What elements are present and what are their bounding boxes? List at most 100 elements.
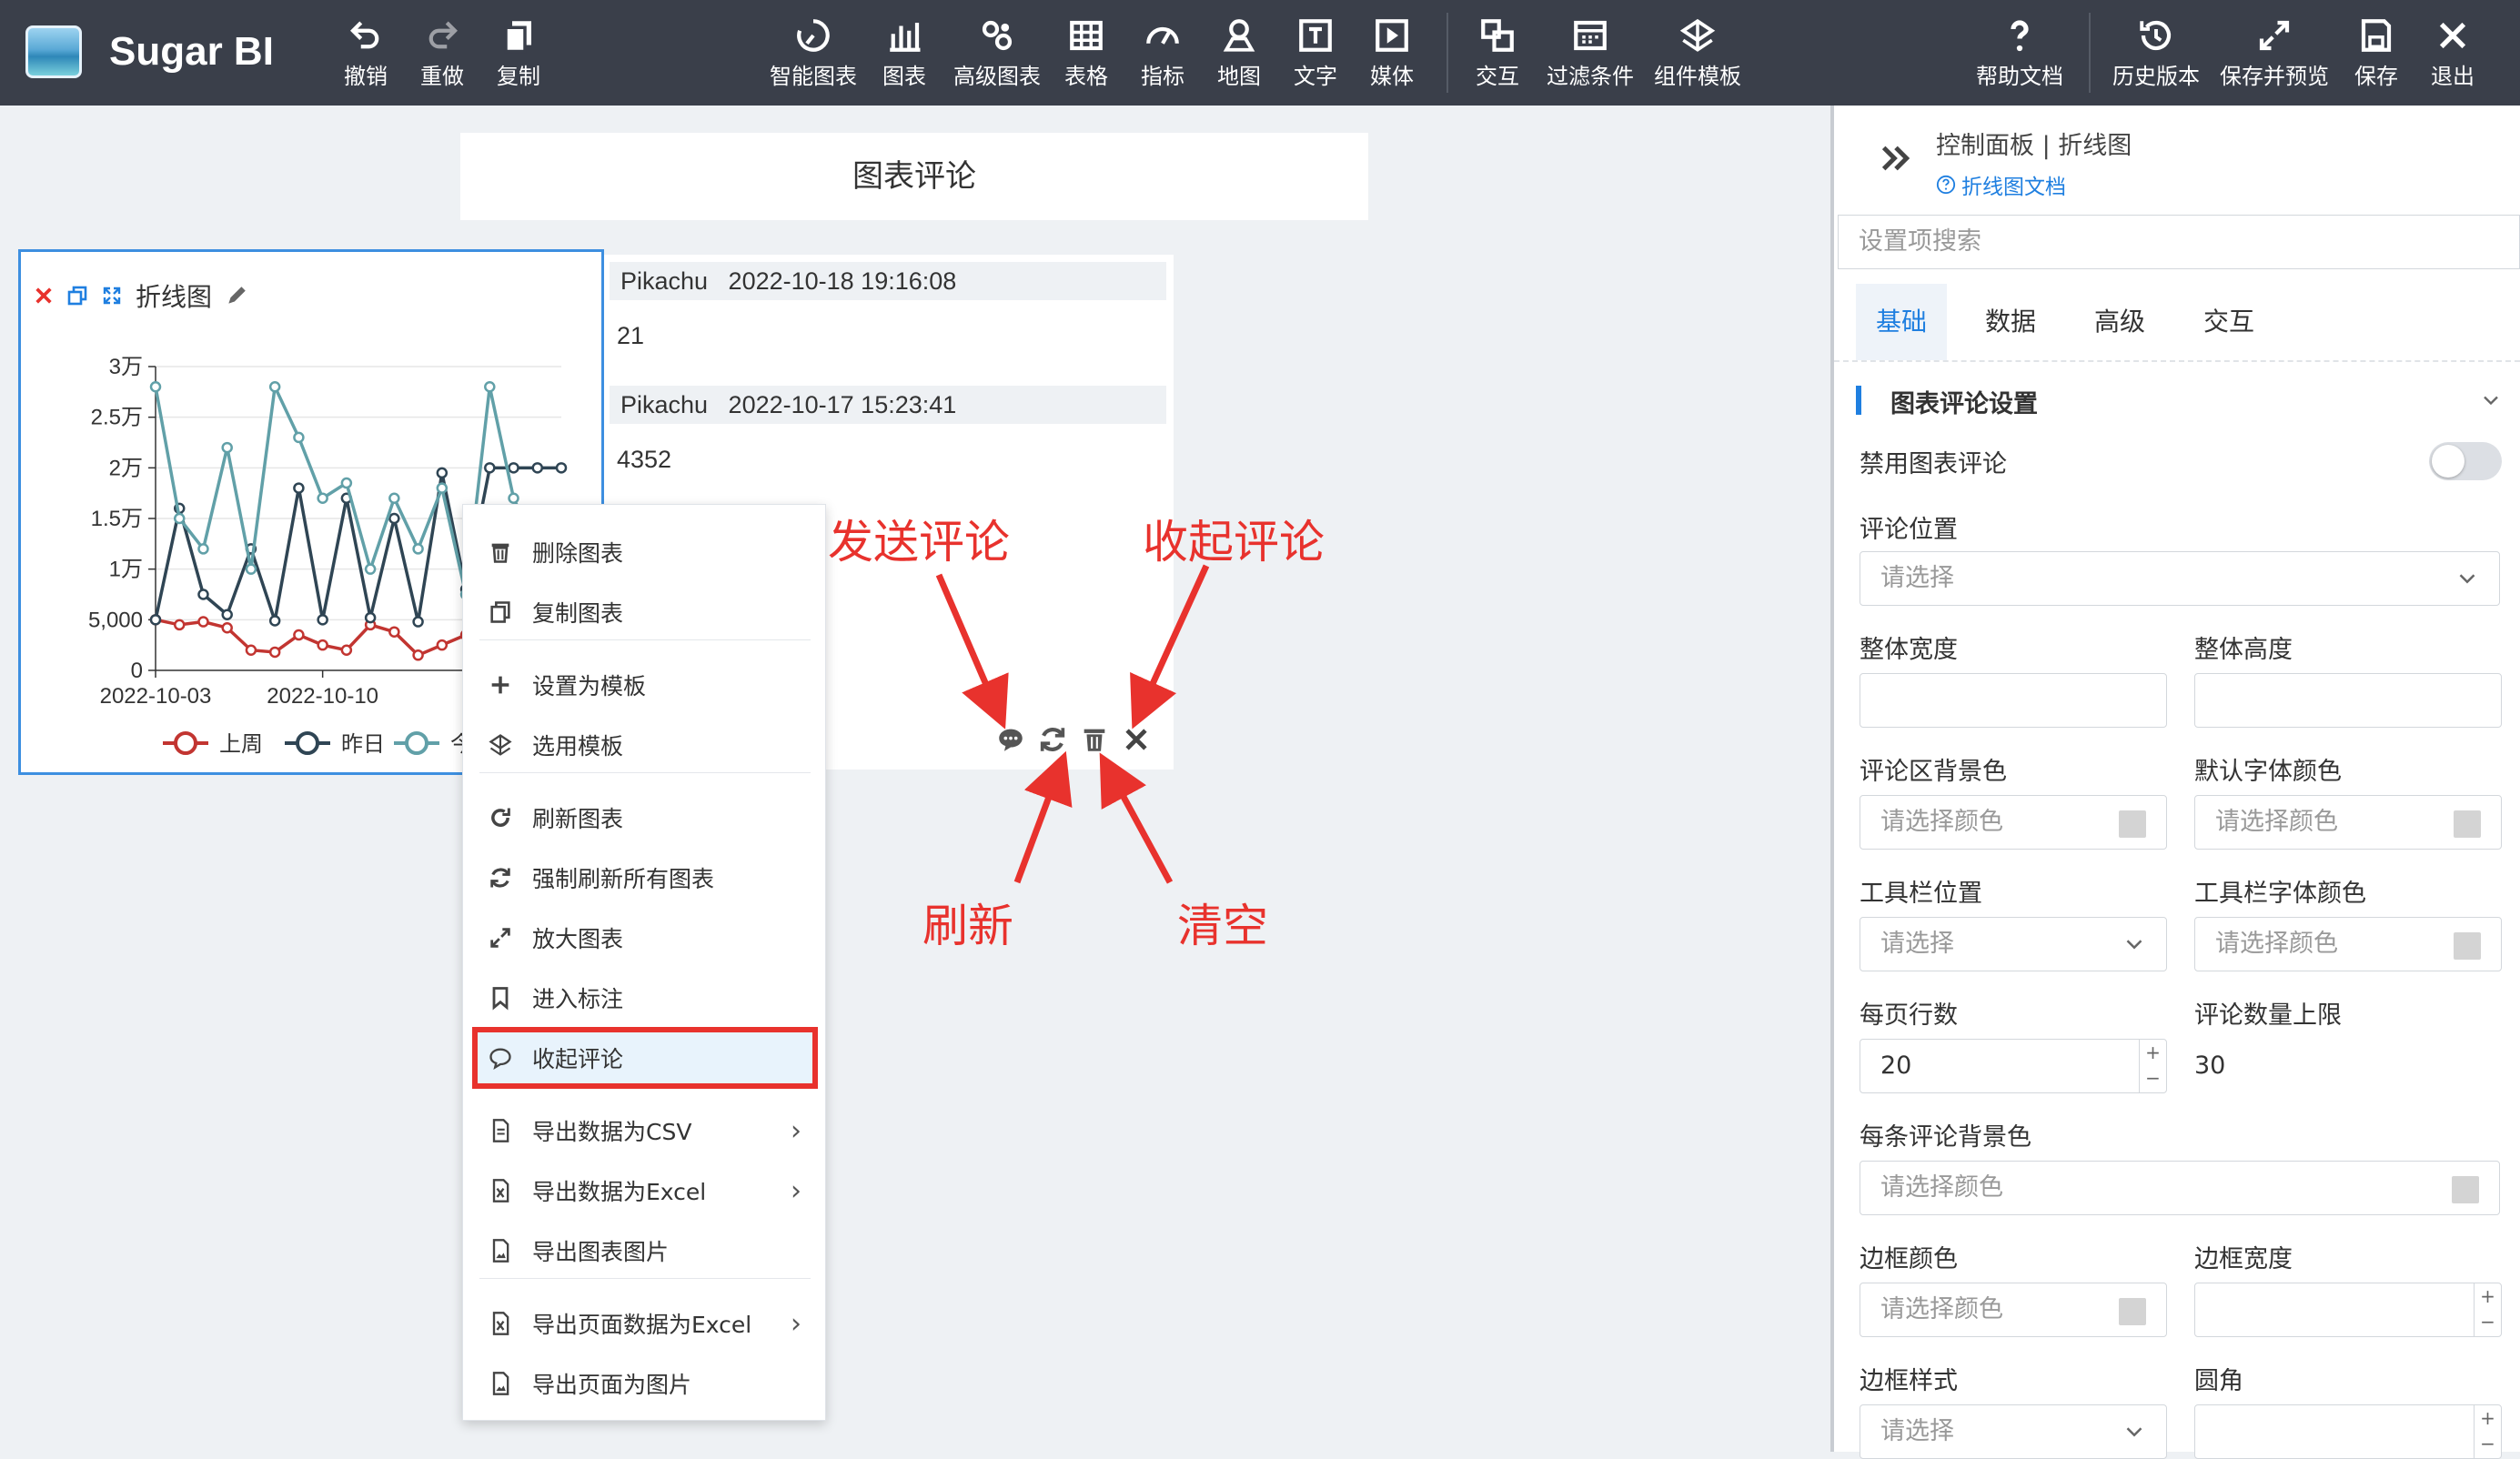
toolbar-font-color-picker[interactable]: 请选择颜色 <box>2194 917 2502 971</box>
corner-radius-label: 圆角 <box>2194 1367 2243 1395</box>
send-comment-icon[interactable] <box>995 724 1026 755</box>
color-placeholder: 请选择颜色 <box>2215 930 2338 958</box>
redo-button[interactable]: 重做 <box>415 16 469 95</box>
text-button[interactable]: 文字 <box>1290 16 1341 95</box>
color-placeholder: 请选择颜色 <box>1880 808 2003 836</box>
context-menu-item[interactable]: 删除图表 <box>476 525 814 579</box>
collapse-panel-chevrons-icon[interactable] <box>1878 140 1914 176</box>
advanced-chart-button[interactable]: 高级图表 <box>950 16 1044 95</box>
comment-toolbar <box>995 724 1152 755</box>
data-point <box>221 609 233 621</box>
max-comments-label: 评论数量上限 <box>2194 1001 2342 1030</box>
rows-value: 20 <box>1880 1051 1912 1080</box>
media-button[interactable]: 媒体 <box>1366 16 1417 95</box>
context-menu-item[interactable]: 导出页面数据为Excel › <box>476 1296 814 1351</box>
save-preview-button[interactable]: 保存并预览 <box>2216 16 2333 95</box>
interaction-button[interactable]: 交互 <box>1472 16 1523 95</box>
overall-height-input[interactable] <box>2194 673 2502 728</box>
color-swatch <box>2452 1176 2479 1203</box>
data-point <box>555 462 568 474</box>
comment-position-select[interactable]: 请选择 <box>1860 551 2500 606</box>
filter-button[interactable]: 过滤条件 <box>1545 16 1636 95</box>
interaction-label: 交互 <box>1476 64 1519 89</box>
corner-radius-input[interactable]: + − <box>2194 1404 2502 1459</box>
context-menu-item[interactable]: 选用模板 <box>476 718 814 772</box>
comment-bg-color-picker[interactable]: 请选择颜色 <box>1860 795 2167 850</box>
expand-icon <box>487 924 514 951</box>
context-menu-label: 强制刷新所有图表 <box>532 866 715 892</box>
color-swatch <box>2119 810 2146 838</box>
border-width-input[interactable]: + − <box>2194 1283 2502 1337</box>
chevron-down-icon[interactable] <box>2478 387 2504 413</box>
chart-button[interactable]: 图表 <box>879 16 930 95</box>
toolbar-position-label: 工具栏位置 <box>1860 880 1982 908</box>
help-circle-icon <box>1936 175 1956 195</box>
doc-link[interactable]: 折线图文档 <box>1936 169 2066 200</box>
context-menu-label: 删除图表 <box>532 540 624 567</box>
canvas-title[interactable]: 图表评论 <box>460 133 1368 220</box>
border-color-label: 边框颜色 <box>1860 1245 1958 1273</box>
font-color-picker[interactable]: 请选择颜色 <box>2194 795 2502 850</box>
number-stepper[interactable]: + − <box>2474 1405 2501 1458</box>
indicator-button[interactable]: 指标 <box>1137 16 1188 95</box>
y-tick-label: 5,000 <box>88 608 143 632</box>
help-button[interactable]: 帮助文档 <box>1974 16 2065 95</box>
item-bg-color-picker[interactable]: 请选择颜色 <box>1860 1161 2500 1215</box>
rows-per-page-input[interactable]: 20 + − <box>1860 1039 2167 1093</box>
number-stepper[interactable]: + − <box>2139 1040 2166 1092</box>
context-menu-item[interactable]: 进入标注 <box>476 971 814 1025</box>
tab-advanced[interactable]: 高级 <box>2074 284 2165 360</box>
data-point <box>364 563 377 575</box>
save-label: 保存 <box>2354 64 2398 89</box>
context-menu-item[interactable]: 导出数据为CSV › <box>476 1103 814 1158</box>
context-menu-item[interactable]: 设置为模板 <box>476 658 814 712</box>
toolbar-position-select[interactable]: 请选择 <box>1860 917 2167 971</box>
max-comments-value: 30 <box>2194 1051 2226 1080</box>
rows-per-page-label: 每页行数 <box>1860 1001 1958 1030</box>
menu-divider <box>479 1085 811 1086</box>
context-menu-item[interactable]: 收起评论 <box>472 1027 818 1089</box>
context-menu-item[interactable]: 放大图表 <box>476 911 814 965</box>
collapse-comments-close-icon[interactable] <box>1121 724 1152 755</box>
context-menu-label: 刷新图表 <box>532 806 624 832</box>
exit-label: 退出 <box>2431 64 2475 89</box>
save-button[interactable]: 保存 <box>2351 16 2402 95</box>
section-title[interactable]: 图表评论设置 <box>1890 384 2038 419</box>
legend-swatch-marker <box>174 731 197 755</box>
data-point <box>268 646 281 659</box>
undo-button[interactable]: 撤销 <box>338 16 393 95</box>
context-menu-item[interactable]: 刷新图表 <box>476 790 814 845</box>
context-menu-item[interactable]: 导出页面为图片 <box>476 1356 814 1411</box>
context-menu-item[interactable]: 导出图表图片 <box>476 1223 814 1278</box>
overall-width-input[interactable] <box>1860 673 2167 728</box>
map-button[interactable]: 地图 <box>1214 16 1265 95</box>
component-template-button[interactable]: 组件模板 <box>1652 16 1743 95</box>
context-menu-item[interactable]: 强制刷新所有图表 <box>476 850 814 905</box>
context-menu-item[interactable]: 导出数据为Excel › <box>476 1163 814 1218</box>
tab-divider <box>1834 360 2520 362</box>
color-swatch <box>2119 1298 2146 1325</box>
data-point <box>268 381 281 393</box>
tab-interaction[interactable]: 交互 <box>2183 284 2274 360</box>
comment-position-label: 评论位置 <box>1860 516 1958 544</box>
table-button[interactable]: 表格 <box>1061 16 1112 95</box>
context-menu-item[interactable]: 复制图表 <box>476 585 814 639</box>
settings-search-input[interactable]: 设置项搜索 <box>1838 215 2520 269</box>
refresh-comments-icon[interactable] <box>1037 724 1068 755</box>
border-style-select[interactable]: 请选择 <box>1860 1404 2167 1459</box>
history-button[interactable]: 历史版本 <box>2111 16 2202 95</box>
border-color-picker[interactable]: 请选择颜色 <box>1860 1283 2167 1337</box>
smart-chart-button[interactable]: 智能图表 <box>766 16 861 95</box>
save-icon <box>2361 19 2392 52</box>
comment-body: 21 <box>617 322 645 349</box>
tab-data[interactable]: 数据 <box>1965 284 2056 360</box>
copy-label: 复制 <box>497 64 540 89</box>
file-icon <box>487 1117 514 1144</box>
number-stepper[interactable]: + − <box>2474 1283 2501 1336</box>
comment-meta: Pikachu 2022-10-17 15:23:41 <box>610 386 1166 424</box>
clear-comments-trash-icon[interactable] <box>1079 724 1110 755</box>
tab-basic[interactable]: 基础 <box>1856 284 1947 360</box>
disable-comment-toggle[interactable] <box>2429 442 2502 480</box>
exit-button[interactable]: 退出 <box>2427 16 2478 95</box>
copy-button[interactable]: 复制 <box>491 16 546 95</box>
